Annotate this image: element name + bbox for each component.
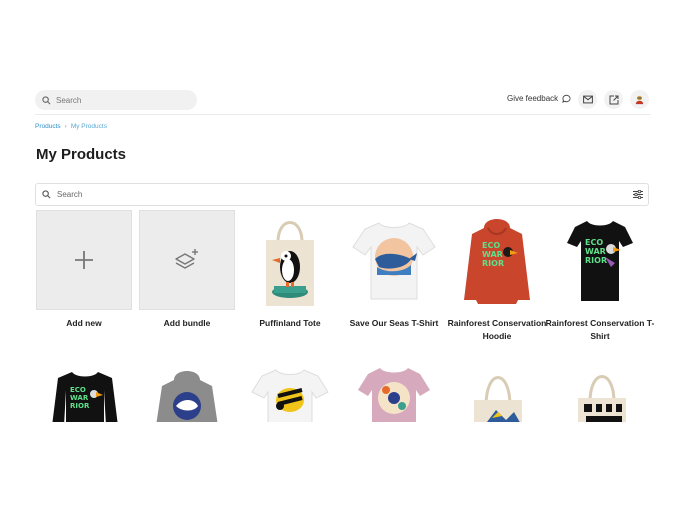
product-thumbnail [242,210,338,310]
top-bar: Search Give feedback [35,89,651,115]
give-feedback-label: Give feedback [507,94,559,103]
hoodie-image: ECO WAR RIOR [464,219,530,304]
print-text: RIOR [482,259,504,268]
sliders-icon [632,190,643,199]
layers-plus-icon [175,249,198,269]
product-card-eco-jumper[interactable]: ECO WAR RIOR [50,366,120,422]
breadcrumb-products-link[interactable]: Products [35,123,61,130]
tote-bag-image [578,375,626,422]
add-bundle-thumbnail [139,210,235,310]
print-text: RIOR [70,402,90,410]
breadcrumb-my-products[interactable]: My Products [71,123,107,130]
avatar [635,95,644,105]
product-card-tote-mountain[interactable] [470,366,526,422]
global-search-input[interactable]: Search [35,90,197,110]
give-feedback-button[interactable]: Give feedback [507,94,571,103]
print-text: WAR [585,247,606,256]
add-new-thumbnail [36,210,132,310]
sweatshirt-image: ECO WAR RIOR [52,372,118,422]
open-store-button[interactable] [604,90,623,109]
product-thumbnail [346,210,442,310]
tshirt-image [352,222,436,300]
print-text: WAR [70,394,89,402]
print-text: RIOR [585,256,607,265]
add-new-label: Add new [66,318,102,328]
tote-bag-image [474,376,522,422]
breadcrumb: Products › My Products [35,123,107,130]
product-thumbnail: ECO WAR RIOR [449,210,545,310]
tshirt-image: ECO WAR RIOR [567,221,633,301]
search-icon [42,95,51,104]
product-thumbnail: ECO WAR RIOR [552,210,648,310]
hoodie-image [156,371,218,422]
print-text: ECO [482,241,500,250]
product-card-tote-pattern[interactable] [574,366,630,422]
chat-bubble-icon [562,94,571,103]
add-bundle-label: Add bundle [163,318,211,328]
product-name: Puffinland Tote [259,318,321,328]
tote-bag-image [266,221,314,306]
product-name: Save Our Seas T-Shirt [349,318,439,328]
print-text: WAR [482,250,503,259]
print-text: ECO [585,238,603,247]
plus-icon [75,251,93,269]
account-avatar[interactable] [630,90,649,109]
tshirt-image [358,368,430,422]
tshirt-image [251,369,329,422]
mail-icon [582,95,593,104]
product-card-pink-tee-floral[interactable] [356,366,432,422]
page-title: My Products [36,146,127,163]
product-search-input[interactable]: Search [35,183,649,206]
product-search-placeholder: Search [57,190,83,199]
mail-button[interactable] [578,90,597,109]
external-link-icon [609,95,618,104]
search-icon [42,190,51,199]
product-name: Rainforest Conservation T-Shirt [545,318,655,341]
product-card-grey-hoodie[interactable] [152,366,222,422]
filter-button[interactable] [631,188,644,201]
breadcrumb-separator: › [64,123,67,130]
global-search-placeholder: Search [56,95,82,105]
print-text: ECO [70,386,86,394]
product-card-white-tee-bee[interactable] [250,366,330,422]
product-name: Rainforest Conservation Hoodie [447,318,547,341]
